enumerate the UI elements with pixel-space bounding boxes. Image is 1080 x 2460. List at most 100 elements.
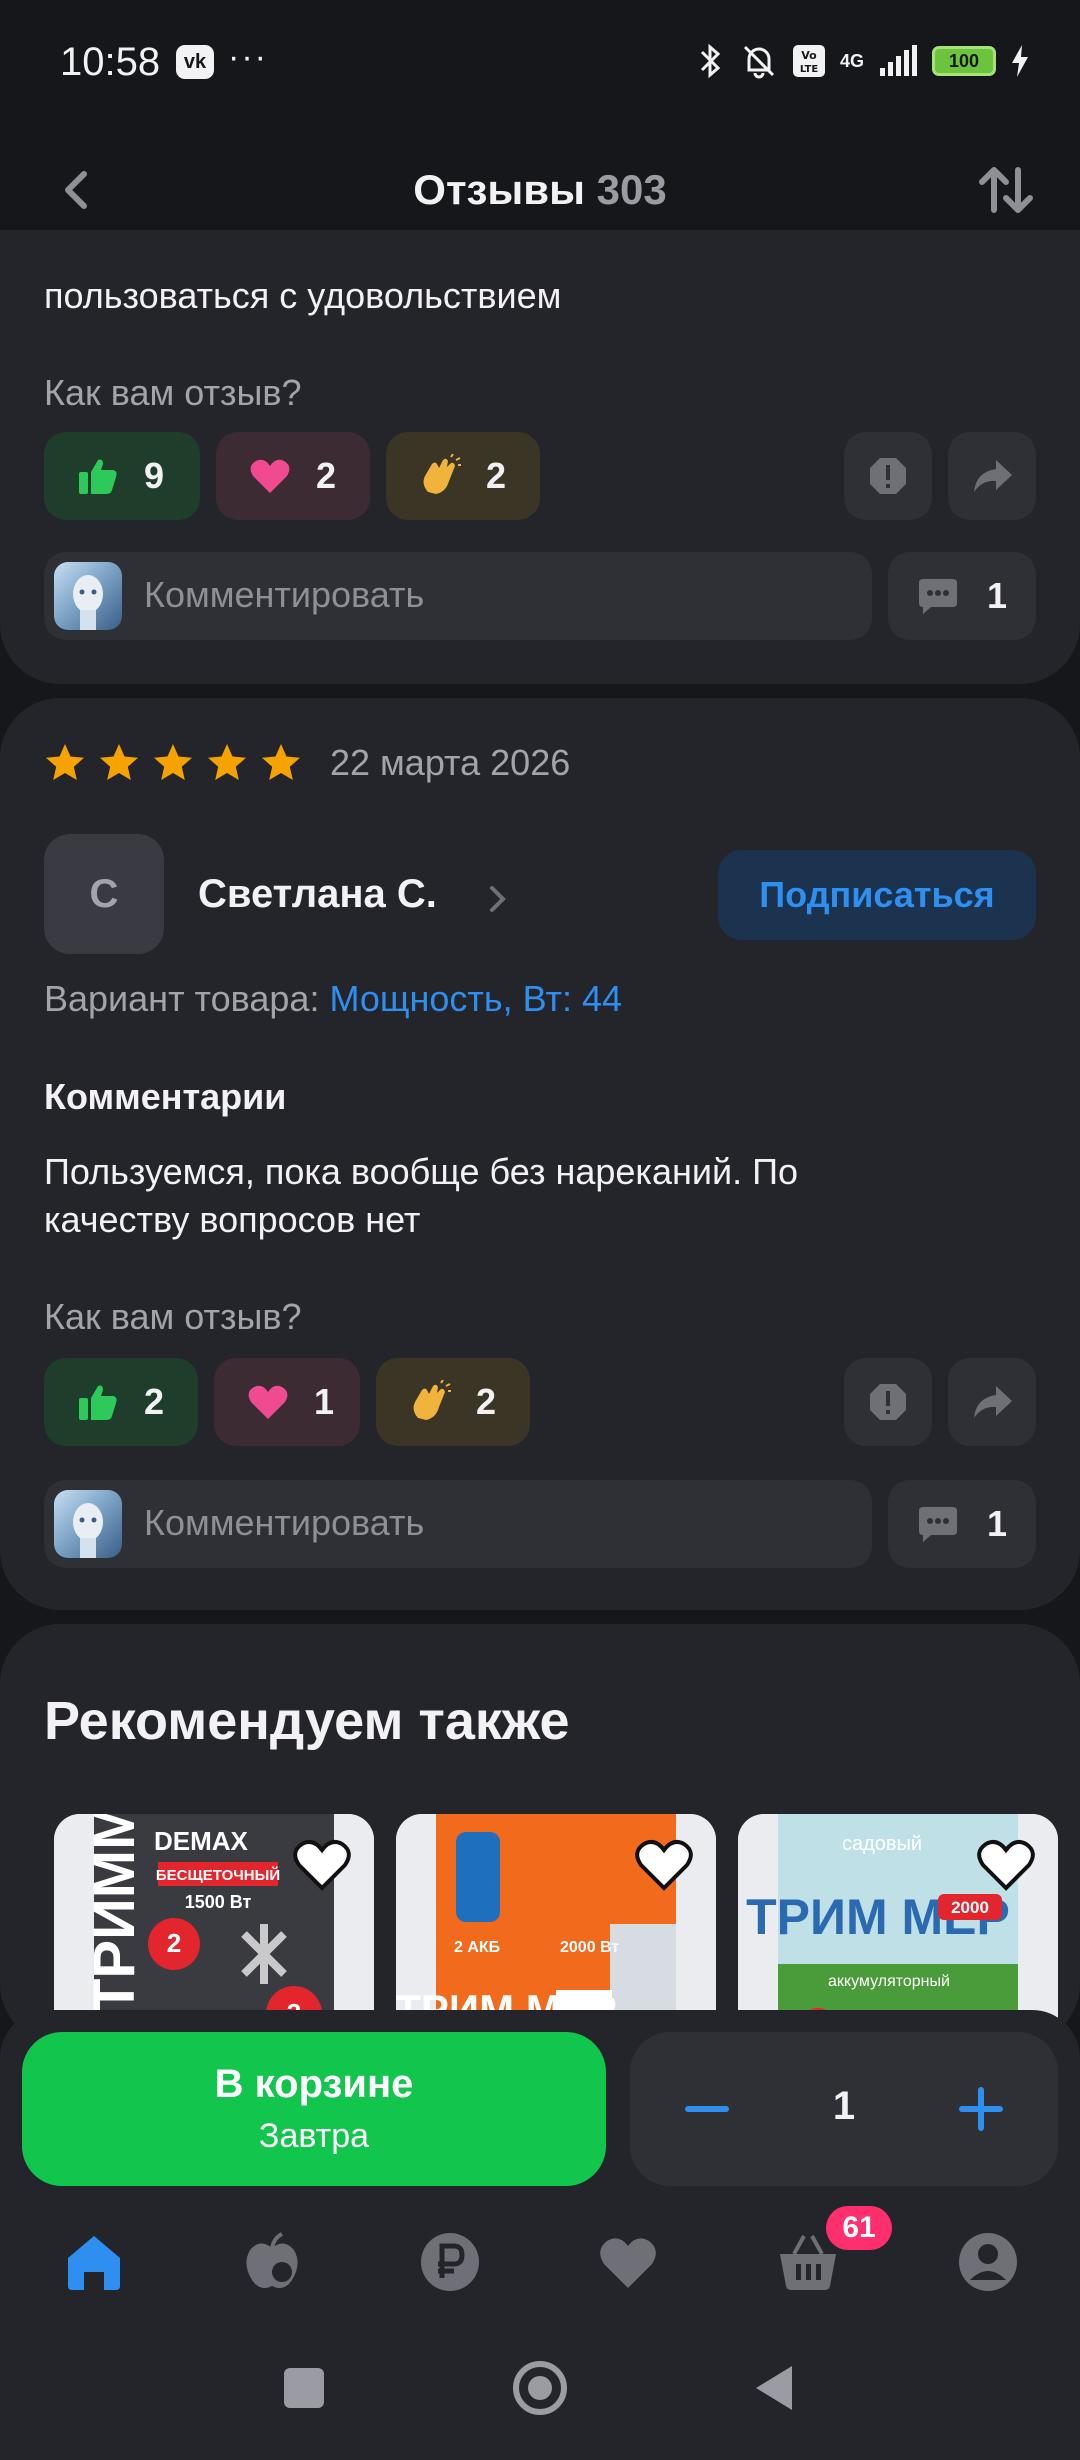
star-icon [262,744,300,780]
like-count: 9 [144,455,165,496]
reaction-prompt: Как вам отзыв? [44,372,302,413]
vk-icon: vk [176,45,214,79]
profile-icon[interactable] [956,2230,1020,2294]
comment-row: Комментировать 1 [44,552,1036,640]
report-button[interactable] [844,432,932,520]
heart-icon [248,1385,288,1419]
battery-indicator: 100 [932,46,996,76]
section-title: Рекомендуем также [44,1691,570,1751]
recommendations-section: Рекомендуем также DEMAX БЕСЩЕТОЧНЫЙ 1500… [0,1624,1080,2044]
home-circle-icon[interactable] [510,2358,570,2418]
clock: 10:58 [60,40,161,84]
svg-text:2 АКБ: 2 АКБ [454,1939,500,1956]
review-date: 22 марта 2026 [330,742,571,783]
quantity-stepper: 1 [630,2032,1058,2186]
chevron-right-icon[interactable] [486,882,510,916]
report-icon [870,1384,906,1420]
catalog-apple-icon[interactable] [240,2230,304,2294]
variant-value[interactable]: Мощность, Вт: 44 [329,978,622,1019]
clapping-hands-icon [423,454,461,494]
svg-text:DEMAX: DEMAX [154,1826,249,1856]
svg-text:LTE: LTE [800,64,819,75]
share-button[interactable] [948,432,1036,520]
svg-text:2: 2 [167,1928,181,1958]
star-icon [208,744,246,780]
clap-reaction-button[interactable]: 2 [376,1358,530,1446]
in-cart-button[interactable]: В корзине Завтра [22,2032,606,2186]
system-navigation-bar [0,2320,1080,2460]
share-icon [974,1386,1012,1418]
heart-count: 1 [314,1381,335,1422]
volte-icon: Vo LTE [792,45,825,77]
star-icon [100,744,138,780]
cart-count-badge: 61 [826,2206,892,2250]
comments-button[interactable]: 1 [888,1480,1036,1568]
variant-line: Вариант товара: Мощность, Вт: 44 [44,978,622,1020]
report-icon [870,458,906,494]
author-name[interactable]: Светлана С. [198,872,437,917]
variant-label: Вариант товара: [44,978,320,1019]
comments-button[interactable]: 1 [888,552,1036,640]
review-count: 303 [596,166,667,213]
author-avatar[interactable]: С [44,834,164,954]
signal-icon [880,45,917,76]
share-button[interactable] [948,1358,1036,1446]
ruble-icon[interactable] [418,2230,482,2294]
bluetooth-icon [700,43,721,79]
svg-text:1500 Вт: 1500 Вт [185,1892,252,1912]
purchase-panel: В корзине Завтра 1 [0,2010,1080,2210]
status-bar: 10:58 vk ··· Vo LTE 4G 100 [0,0,1080,128]
status-icons: Vo LTE 4G 100 [696,42,1030,80]
recents-square-icon[interactable] [274,2358,334,2418]
review-text-line: Пользуемся, пока вообще без нареканий. П… [44,1151,798,1192]
review-card: 22 марта 2026 С Светлана С. Подписаться … [0,698,1080,1610]
review-text-line: качеству вопросов нет [44,1199,421,1240]
clap-count: 2 [486,455,507,496]
delivery-date: Завтра [258,2117,370,2155]
svg-text:Vo: Vo [801,49,817,62]
plus-icon[interactable] [956,2084,1006,2134]
like-reaction-button[interactable]: 9 [44,432,200,520]
report-button[interactable] [844,1358,932,1446]
favorites-heart-icon[interactable] [596,2230,660,2294]
comment-placeholder: Комментировать [144,1502,425,1543]
favorite-heart-icon[interactable] [974,1832,1038,1896]
comment-input[interactable]: Комментировать [44,552,872,640]
favorite-heart-icon[interactable] [632,1832,696,1896]
comment-placeholder: Комментировать [144,574,425,615]
mute-bell-icon [743,45,775,79]
svg-text:2000: 2000 [951,1898,989,1917]
svg-text:2000 Вт: 2000 Вт [560,1939,619,1956]
sort-icon[interactable] [976,160,1036,220]
heart-icon [250,459,290,493]
favorite-heart-icon[interactable] [290,1832,354,1896]
comment-bubble-icon [918,1507,957,1542]
like-reaction-button[interactable]: 2 [44,1358,198,1446]
charging-icon [1012,45,1028,77]
network-type: 4G [839,51,864,71]
comments-heading: Комментарии [44,1076,287,1117]
user-avatar [54,1490,122,1558]
comment-count: 1 [986,1503,1008,1544]
more-notifications-icon: ··· [228,38,268,76]
reaction-row: 9 2 2 [44,432,1036,520]
reaction-prompt: Как вам отзыв? [44,1296,302,1337]
user-avatar [54,562,122,630]
subscribe-button[interactable]: Подписаться [718,850,1036,940]
comment-bubble-icon [918,579,957,614]
share-icon [974,460,1012,492]
rating-stars [44,742,302,784]
review-card: пользоваться с удовольствием Как вам отз… [0,230,1080,684]
heart-reaction-button[interactable]: 1 [214,1358,360,1446]
bottom-tab-bar [0,2210,1080,2320]
svg-text:аккумуляторный: аккумуляторный [828,1973,950,1990]
reaction-row: 2 1 2 [44,1358,1036,1446]
comment-input[interactable]: Комментировать [44,1480,872,1568]
heart-count: 2 [316,455,337,496]
heart-reaction-button[interactable]: 2 [216,432,370,520]
back-triangle-icon[interactable] [746,2358,806,2418]
home-icon[interactable] [62,2230,126,2294]
clap-reaction-button[interactable]: 2 [386,432,540,520]
clap-count: 2 [476,1381,497,1422]
cart-button-label: В корзине [214,2062,414,2106]
